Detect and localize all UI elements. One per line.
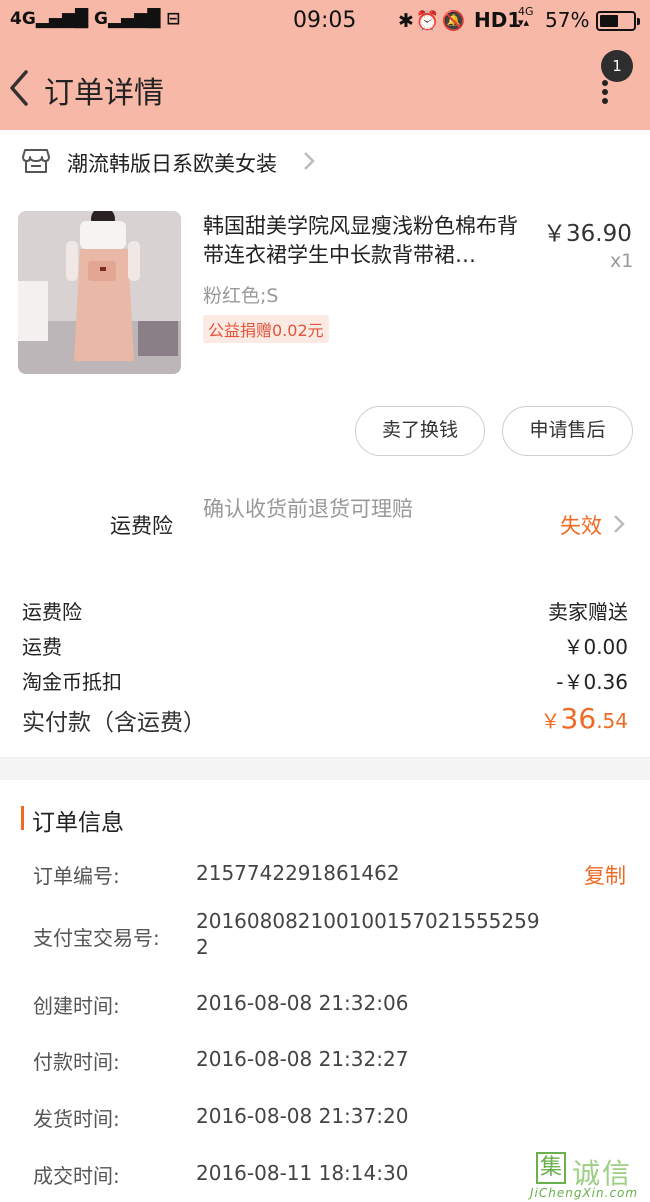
battery-icon (596, 11, 640, 31)
completed-time-value: 2016-08-11 18:14:30 (196, 1161, 409, 1185)
created-time-value: 2016-08-08 21:32:06 (196, 991, 409, 1015)
shipped-time-value: 2016-08-08 21:37:20 (196, 1104, 409, 1128)
alipay-trade-value: 2016080821001001570215552592 (196, 909, 540, 959)
battery-fill (600, 15, 618, 27)
alipay-trade-label: 支付宝交易号: (33, 926, 160, 950)
signal-indicator: 4G▂▄▆█ G▂▄▆█ ⊟ (10, 9, 181, 29)
summary-row: 运费险 卖家赠送 (22, 596, 628, 625)
created-time-label: 创建时间: (33, 994, 120, 1018)
network-indicator: 4G ▾▴ (518, 5, 534, 29)
watermark-mark: 集 (536, 1152, 566, 1184)
paid-time-value: 2016-08-08 21:32:27 (196, 1047, 409, 1071)
summary-label: 淘金币抵扣 (22, 670, 122, 694)
top-bar: 4G▂▄▆█ G▂▄▆█ ⊟ 09:05 ✱⏰🔕 HD1 4G ▾▴ 57% 订单… (0, 0, 650, 130)
shop-row[interactable]: 潮流韩版日系欧美女装 (0, 140, 650, 184)
summary-label: 运费险 (22, 600, 82, 624)
shop-name: 潮流韩版日系欧美女装 (67, 152, 277, 176)
summary-row: 运费 ￥0.00 (22, 631, 628, 660)
total-currency: ￥ (540, 709, 561, 733)
product-image[interactable] (18, 211, 181, 374)
total-integer: 36 (560, 702, 597, 735)
sell-button[interactable]: 卖了换钱 (355, 406, 485, 456)
shipped-time-label: 发货时间: (33, 1107, 120, 1131)
freight-insurance-status[interactable]: 失效 (560, 510, 602, 540)
summary-value: 卖家赠送 (548, 600, 628, 624)
status-icons: ✱⏰🔕 (398, 10, 468, 32)
after-sales-button[interactable]: 申请售后 (502, 406, 633, 456)
summary-row: 淘金币抵扣 -￥0.36 (22, 666, 628, 695)
page-title: 订单详情 (44, 76, 164, 111)
back-arrow-icon[interactable] (6, 68, 36, 108)
product-name[interactable]: 韩国甜美学院风显瘦浅粉色棉布背带连衣裙学生中长款背带裙… (203, 212, 533, 270)
total-label: 实付款（含运费） (22, 710, 206, 736)
charity-badge: 公益捐赠0.02元 (203, 315, 329, 343)
order-info-title: 订单信息 (32, 810, 124, 836)
total-decimal: .54 (596, 709, 628, 733)
freight-insurance-desc: 确认收货前退货可理赔 (203, 497, 413, 521)
freight-insurance-label: 运费险 (110, 514, 173, 538)
battery-percent: 57% (545, 8, 590, 32)
store-icon (22, 149, 50, 173)
clock: 09:05 (293, 8, 357, 33)
watermark-sub: JiChengXin.com (530, 1186, 639, 1200)
watermark-logo: 集 诚信 JiChengXin.com (530, 1150, 650, 1202)
section-divider (0, 757, 650, 780)
more-menu-icon[interactable] (602, 80, 610, 104)
total-amount: ￥36.54 (541, 702, 628, 735)
summary-value: ￥0.00 (563, 635, 628, 659)
product-variant: 粉红色;S (203, 285, 279, 307)
product-photo (18, 211, 181, 374)
chevron-right-icon (304, 152, 315, 170)
product-quantity: x1 (610, 250, 634, 272)
chevron-right-icon[interactable] (612, 513, 626, 535)
hd-indicator: HD1 (474, 8, 522, 32)
summary-label: 运费 (22, 635, 62, 659)
order-number-label: 订单编号: (33, 864, 120, 888)
completed-time-label: 成交时间: (33, 1164, 120, 1188)
product-price: ￥36.90 (543, 221, 632, 247)
order-number-value: 2157742291861462 (196, 861, 400, 885)
copy-button[interactable]: 复制 (584, 860, 626, 890)
section-accent-bar (21, 806, 24, 830)
notification-badge: 1 (601, 50, 633, 82)
paid-time-label: 付款时间: (33, 1050, 120, 1074)
summary-value: -￥0.36 (556, 670, 628, 694)
status-bar: 4G▂▄▆█ G▂▄▆█ ⊟ 09:05 ✱⏰🔕 HD1 4G ▾▴ 57% (0, 0, 650, 44)
